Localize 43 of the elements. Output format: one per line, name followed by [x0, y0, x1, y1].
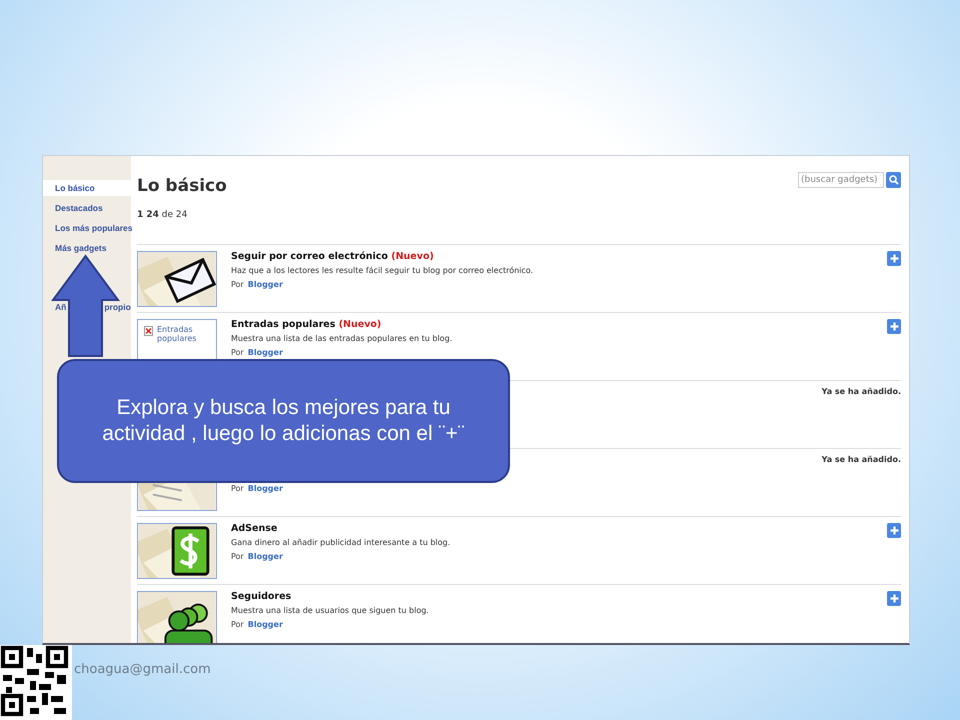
gadget-description: Muestra una lista de usuarios que siguen tu blog.: [231, 606, 430, 617]
author-label: Por: [231, 552, 244, 561]
gadget-title: AdSense: [231, 523, 278, 536]
sidebar-link[interactable]: propio: [104, 302, 131, 312]
plus-icon: [890, 594, 898, 603]
plus-icon: [890, 254, 898, 263]
plus-icon: [890, 526, 898, 535]
plus-icon: [890, 322, 898, 331]
gadget-title: Seguidores: [231, 591, 292, 604]
author-link[interactable]: Blogger: [248, 484, 283, 493]
search-button[interactable]: [886, 172, 901, 188]
added-status: Ya se ha añadido.: [822, 387, 901, 398]
sidebar-link[interactable]: Añ: [55, 302, 66, 312]
author-link[interactable]: Blogger: [248, 552, 283, 561]
contact-email: choagua@gmail.com: [74, 662, 211, 677]
gadget-description: Gana dinero al añadir publicidad interesante a tu blog.: [231, 538, 452, 549]
author-link[interactable]: Blogger: [248, 280, 283, 289]
gadget-title: Seguir por correo electrónico (Nuevo): [231, 251, 435, 264]
add-button[interactable]: [887, 319, 901, 334]
add-button[interactable]: [887, 251, 901, 266]
page-title: Lo básico: [137, 176, 227, 196]
author-label: Por: [231, 484, 244, 493]
author-label: Por: [231, 620, 244, 629]
add-button[interactable]: [887, 523, 901, 538]
added-status: Ya se ha añadido.: [822, 455, 901, 466]
gadget-title: Entradas populares (Nuevo): [231, 319, 382, 332]
sidebar-item[interactable]: Más gadgets: [43, 240, 131, 256]
pagination-text: 1 24 de 24: [137, 210, 188, 220]
author-label: Por: [231, 280, 244, 289]
broken-image-icon: [144, 326, 153, 336]
image-alt-text: Entradas populares: [157, 326, 198, 344]
gadget-description: Haz que a los lectores les resulte fácil seguir tu blog por correo electrónico.: [231, 266, 534, 277]
add-button[interactable]: [887, 591, 901, 606]
author-link[interactable]: Blogger: [248, 348, 283, 357]
author-link[interactable]: Blogger: [248, 620, 283, 629]
sidebar-item[interactable]: Los más populares: [43, 220, 132, 236]
search-field[interactable]: (buscar gadgets): [798, 172, 884, 188]
search-icon: [888, 175, 898, 185]
sidebar-item[interactable]: Lo básico: [43, 180, 131, 196]
callout-text: Explora y busca los mejores para tu actividad , luego lo adicionas con el ¨+¨: [57, 359, 510, 483]
author-label: Por: [231, 348, 244, 357]
sidebar-item[interactable]: Destacados: [43, 200, 131, 216]
gadget-description: Muestra una lista de las entradas populares en tu blog.: [231, 334, 454, 345]
